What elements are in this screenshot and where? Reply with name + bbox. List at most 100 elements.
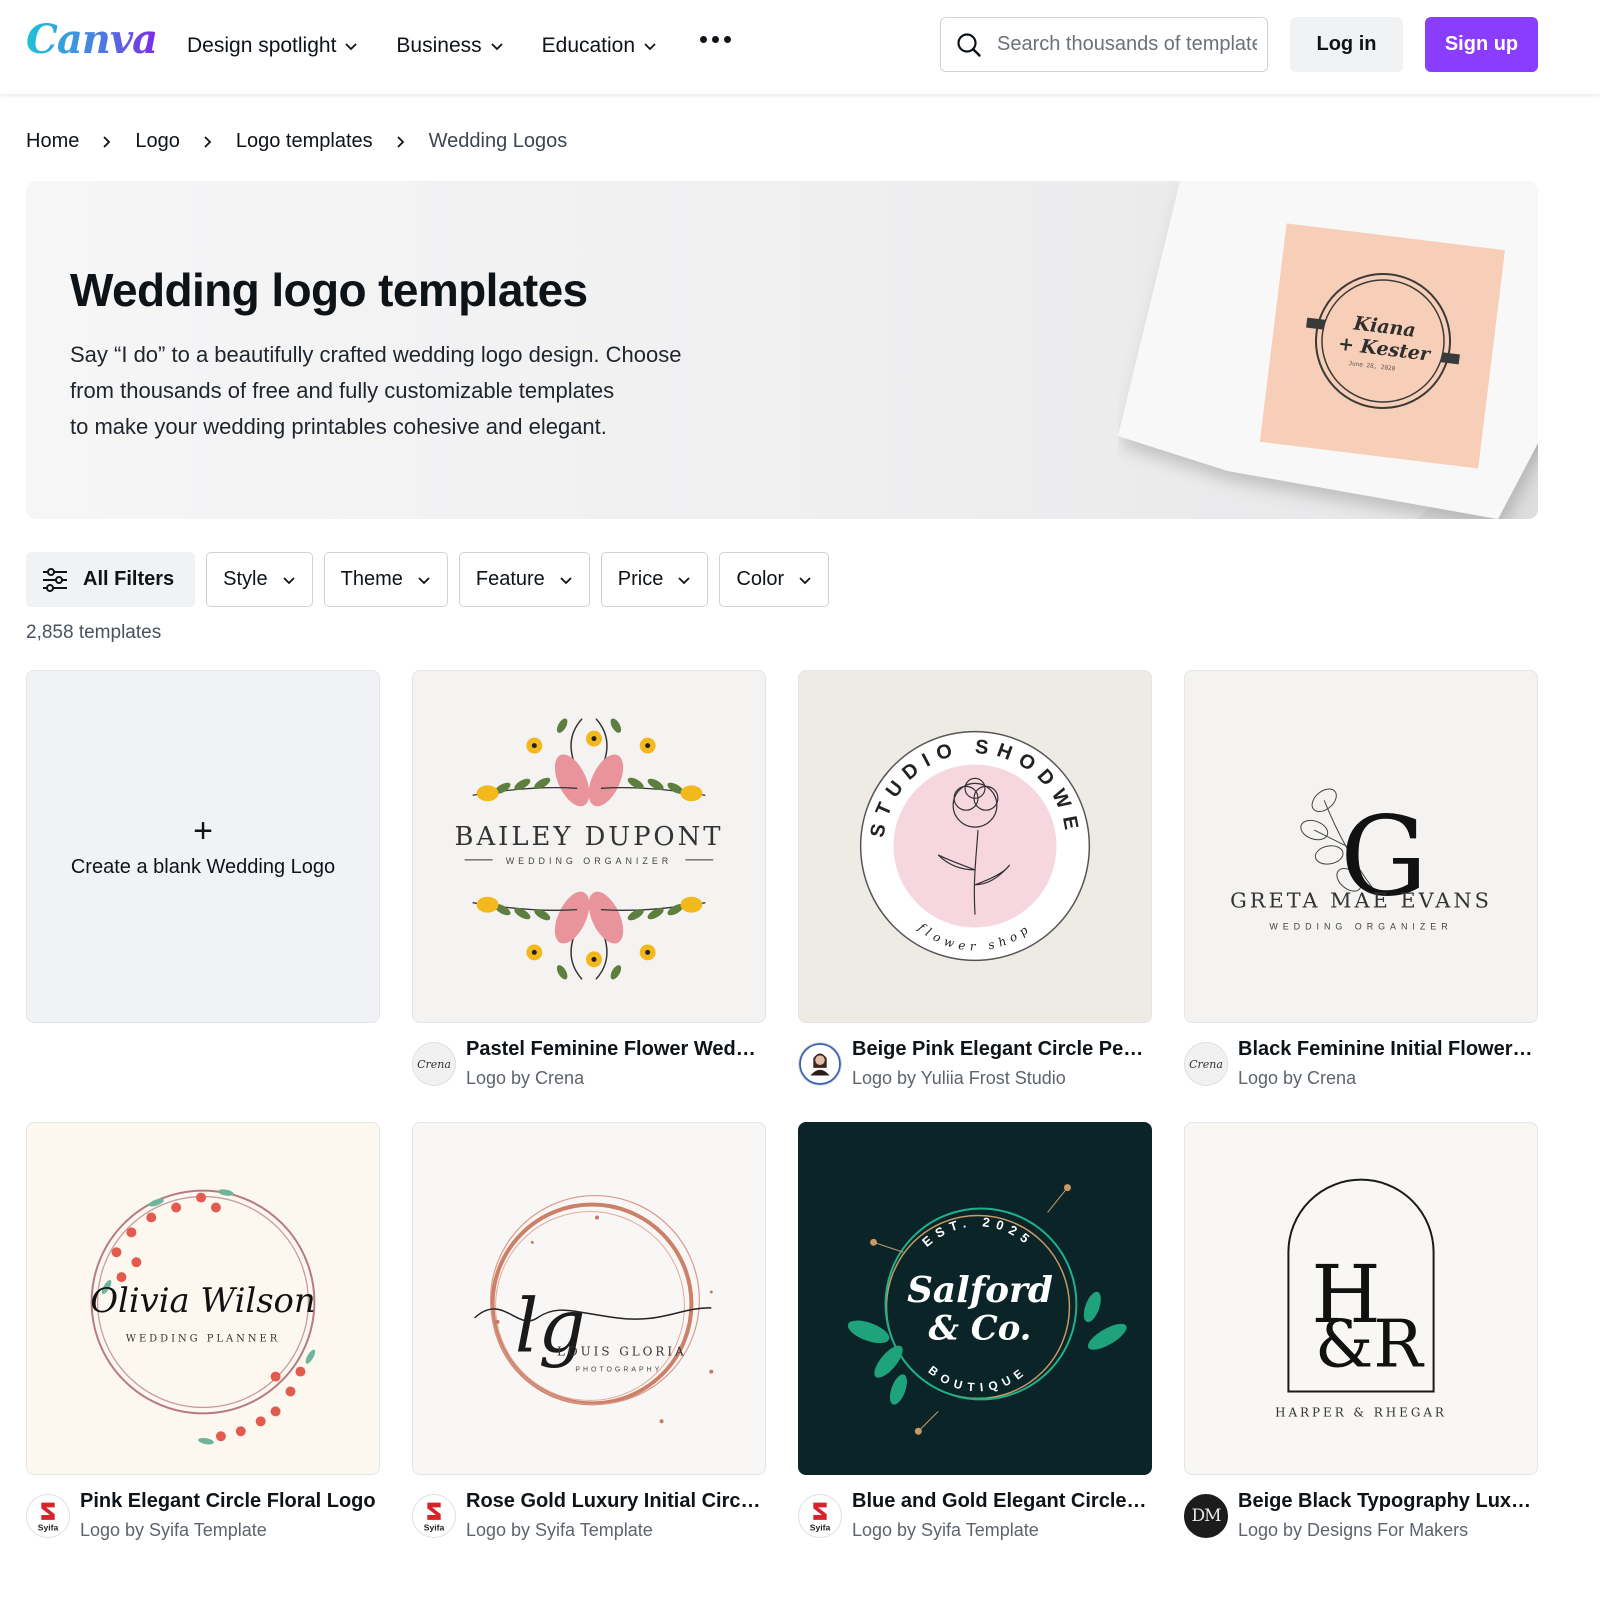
creator-photo (799, 1043, 841, 1085)
avatar-text: Syifa (424, 1522, 445, 1532)
canva-logo[interactable]: Canva (26, 16, 158, 63)
filter-theme[interactable]: Theme (323, 552, 448, 607)
logo-subtitle-text: WEDDING ORGANIZER (506, 856, 672, 866)
template-thumbnail[interactable]: BAILEY DUPONT WEDDING ORGANIZER (412, 670, 766, 1023)
chevron-down-icon (345, 43, 358, 51)
template-thumbnail[interactable]: lg LOUIS GLORIA PHOTOGRAPHY (412, 1122, 766, 1475)
boutique-circle-logo-preview: EST. 2025 Salford & Co. BOUTIQUE (847, 1184, 1127, 1435)
template-meta: Syifa Blue and Gold Elegant Circle F... … (798, 1490, 1168, 1550)
chevron-down-icon (560, 576, 572, 584)
filter-price[interactable]: Price (600, 552, 709, 607)
top-navigation-bar: Canva Design spotlight Business Educatio… (0, 0, 1600, 95)
breadcrumb-current: Wedding Logos (428, 130, 568, 152)
filter-label: Color (736, 568, 785, 590)
hero-banner: Wedding logo templates Say “I do” to a b… (26, 181, 1538, 519)
rose-gold-circle-logo-preview: lg LOUIS GLORIA PHOTOGRAPHY (474, 1194, 714, 1424)
template-card[interactable]: G GRETA MAE EVANS WEDDING ORGANIZER Cren… (1184, 670, 1538, 1088)
creator-avatar[interactable]: Crena (412, 1042, 456, 1086)
template-title[interactable]: Blue and Gold Elegant Circle F... (852, 1490, 1152, 1513)
template-card[interactable]: lg LOUIS GLORIA PHOTOGRAPHY Syifa Rose G… (412, 1122, 766, 1540)
creator-avatar[interactable] (798, 1042, 842, 1086)
template-thumbnail[interactable]: G GRETA MAE EVANS WEDDING ORGANIZER (1184, 670, 1538, 1023)
create-blank-button[interactable]: + Create a blank Wedding Logo (26, 670, 380, 1023)
creator-avatar[interactable]: Syifa (412, 1494, 456, 1538)
filter-label: Theme (340, 568, 403, 590)
filter-feature[interactable]: Feature (458, 552, 590, 607)
template-author[interactable]: Logo by Crena (466, 1068, 584, 1089)
template-author[interactable]: Logo by Syifa Template (852, 1520, 1039, 1541)
template-author[interactable]: Logo by Designs For Makers (1238, 1520, 1468, 1541)
template-author[interactable]: Logo by Crena (1238, 1068, 1356, 1089)
breadcrumb-home[interactable]: Home (26, 130, 79, 153)
page-title: Wedding logo templates (70, 264, 588, 316)
nav-design-spotlight[interactable]: Design spotlight (187, 30, 358, 62)
creator-avatar[interactable]: Crena (1184, 1042, 1228, 1086)
filter-label: Style (223, 568, 268, 590)
logo-name-text: Olivia Wilson (90, 1281, 315, 1320)
creator-avatar[interactable]: DM (1184, 1494, 1228, 1538)
template-thumbnail[interactable]: H &R HARPER & RHEGAR (1184, 1122, 1538, 1475)
search-box[interactable] (940, 17, 1268, 72)
nav-education[interactable]: Education (542, 30, 657, 62)
nav-label: Design spotlight (187, 34, 337, 57)
syifa-logo-icon: Syifa (424, 1502, 445, 1532)
more-horizontal-icon[interactable] (700, 36, 731, 43)
filter-color[interactable]: Color (719, 552, 830, 607)
breadcrumb-logo-templates[interactable]: Logo templates (236, 130, 373, 153)
template-card[interactable]: EST. 2025 Salford & Co. BOUTIQUE Syifa B… (798, 1122, 1152, 1540)
signup-button[interactable]: Sign up (1425, 17, 1538, 72)
avatar-text: Crena (417, 1057, 451, 1071)
logo-initial-text-2: &R (1315, 1307, 1424, 1383)
template-author[interactable]: Logo by Syifa Template (80, 1520, 267, 1541)
template-thumbnail[interactable]: EST. 2025 Salford & Co. BOUTIQUE (798, 1122, 1152, 1475)
avatar-text: Crena (1189, 1057, 1223, 1071)
template-meta: Crena Pastel Feminine Flower Weddi... Lo… (412, 1038, 782, 1098)
floral-logo-preview: BAILEY DUPONT WEDDING ORGANIZER (455, 718, 720, 982)
plus-icon: + (193, 812, 213, 850)
breadcrumb: Home Logo Logo templates Wedding Logos (26, 130, 567, 153)
avatar-text: Syifa (38, 1522, 59, 1532)
peony-circle-logo-preview: STUDIO SHODWE flower shop (859, 730, 1091, 962)
template-card[interactable]: STUDIO SHODWE flower shop Beige Pink Ele… (798, 670, 1152, 1088)
logo-name-text: HARPER & RHEGAR (1275, 1405, 1447, 1419)
hero-description-line: to make your wedding printables cohesive… (70, 414, 607, 439)
main-nav: Design spotlight Business Education (187, 30, 695, 62)
filter-label: Feature (475, 568, 545, 590)
logo-name-text: GRETA MAE EVANS (1230, 889, 1492, 913)
logo-name-text: Salford (907, 1269, 1053, 1311)
template-thumbnail[interactable]: STUDIO SHODWE flower shop (798, 670, 1152, 1023)
template-title[interactable]: Rose Gold Luxury Initial Circle ... (466, 1490, 766, 1513)
login-button[interactable]: Log in (1290, 17, 1403, 72)
template-author[interactable]: Logo by Yuliia Frost Studio (852, 1068, 1066, 1089)
syifa-logo-icon: Syifa (810, 1502, 831, 1532)
template-author[interactable]: Logo by Syifa Template (466, 1520, 653, 1541)
search-input[interactable] (997, 33, 1257, 56)
hero-description: Say “I do” to a beautifully crafted wedd… (70, 337, 790, 445)
template-title[interactable]: Pink Elegant Circle Floral Logo (80, 1490, 380, 1513)
arch-monogram-logo-preview: H &R HARPER & RHEGAR (1275, 1178, 1447, 1419)
template-card[interactable]: BAILEY DUPONT WEDDING ORGANIZER Crena Pa… (412, 670, 766, 1088)
template-meta: Crena Black Feminine Initial Flower L...… (1184, 1038, 1554, 1098)
logo-subtitle-text: PHOTOGRAPHY (575, 1367, 662, 1374)
template-title[interactable]: Black Feminine Initial Flower L... (1238, 1038, 1538, 1061)
avatar-text: DM (1191, 1506, 1221, 1526)
blank-template-card[interactable]: + Create a blank Wedding Logo (26, 670, 380, 1023)
template-title[interactable]: Pastel Feminine Flower Weddi... (466, 1038, 766, 1061)
template-card[interactable]: H &R HARPER & RHEGAR DM Beige Black Typo… (1184, 1122, 1538, 1540)
filter-bar: All Filters Style Theme Feature Price Co… (26, 552, 830, 607)
filter-style[interactable]: Style (206, 552, 313, 607)
chevron-down-icon (644, 43, 656, 51)
all-filters-button[interactable]: All Filters (26, 552, 196, 607)
creator-avatar[interactable]: Syifa (26, 1494, 70, 1538)
template-title[interactable]: Beige Pink Elegant Circle Peon... (852, 1038, 1152, 1061)
creator-avatar[interactable]: Syifa (798, 1494, 842, 1538)
template-meta: DM Beige Black Typography Luxur... Logo … (1184, 1490, 1554, 1550)
template-card[interactable]: Olivia Wilson WEDDING PLANNER Syifa Pink… (26, 1122, 380, 1540)
template-thumbnail[interactable]: Olivia Wilson WEDDING PLANNER (26, 1122, 380, 1475)
breadcrumb-logo[interactable]: Logo (135, 130, 180, 153)
floral-circle-logo-preview: Olivia Wilson WEDDING PLANNER (90, 1189, 316, 1445)
avatar-text: Syifa (810, 1522, 831, 1532)
template-title[interactable]: Beige Black Typography Luxur... (1238, 1490, 1538, 1513)
nav-business[interactable]: Business (396, 30, 503, 62)
nav-label: Education (541, 34, 636, 57)
